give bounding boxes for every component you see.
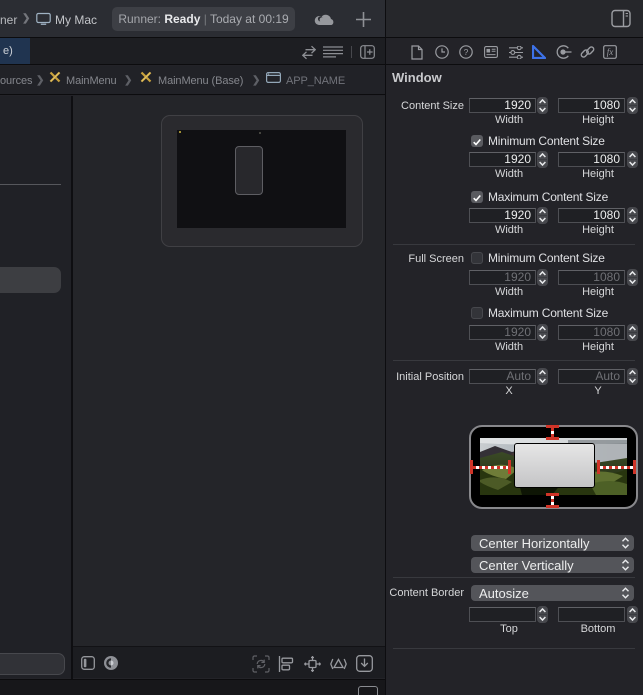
svg-text:?: ? [464,47,469,57]
svg-text:fx: fx [607,47,614,57]
